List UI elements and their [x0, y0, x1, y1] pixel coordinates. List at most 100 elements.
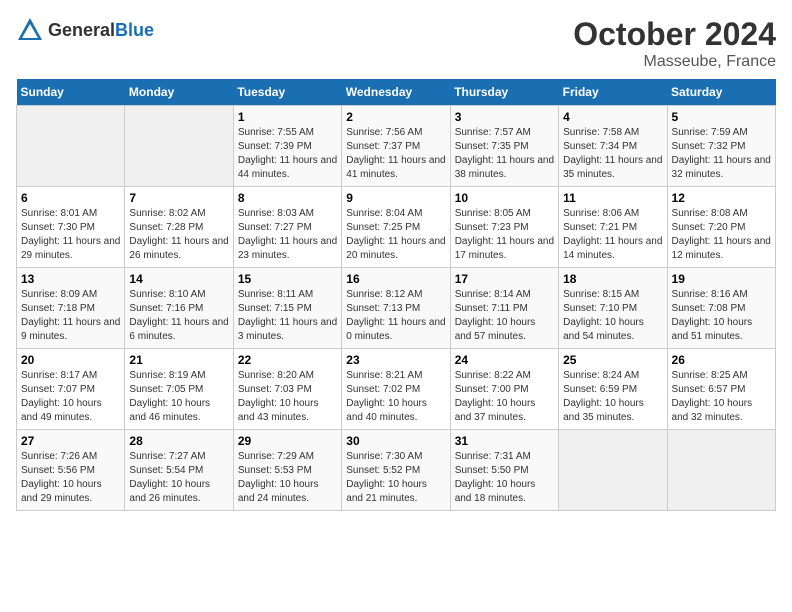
day-number: 1 [238, 110, 337, 124]
calendar-cell: 4Sunrise: 7:58 AM Sunset: 7:34 PM Daylig… [559, 106, 667, 187]
calendar-cell: 11Sunrise: 8:06 AM Sunset: 7:21 PM Dayli… [559, 187, 667, 268]
day-number: 15 [238, 272, 337, 286]
day-number: 13 [21, 272, 120, 286]
month-title: October 2024 [573, 16, 776, 53]
calendar-week-row: 20 Sunrise: 8:17 AM Sunset: 7:07 PM Dayli… [17, 349, 776, 430]
day-number: 29 [238, 434, 337, 448]
weekday-header-friday: Friday [559, 79, 667, 106]
calendar-cell: 16Sunrise: 8:12 AM Sunset: 7:13 PM Dayli… [342, 268, 450, 349]
day-info: Sunrise: 8:24 AM Sunset: 6:59 PM Dayligh… [563, 369, 662, 425]
day-info: Sunrise: 7:27 AM Sunset: 5:54 PM Dayligh… [129, 450, 228, 506]
day-info: Sunrise: 8:19 AM Sunset: 7:05 PM Dayligh… [129, 369, 228, 425]
day-info: Sunrise: 7:55 AM Sunset: 7:39 PM Dayligh… [238, 126, 337, 182]
day-number: 6 [21, 191, 120, 205]
calendar-cell: 18 Sunrise: 8:15 AM Sunset: 7:10 PM Dayli… [559, 268, 667, 349]
calendar-cell: 29 Sunrise: 7:29 AM Sunset: 5:53 PM Dayli… [233, 430, 341, 511]
weekday-header-row: SundayMondayTuesdayWednesdayThursdayFrid… [17, 79, 776, 106]
calendar-cell [667, 430, 775, 511]
logo-icon [16, 16, 44, 44]
day-number: 8 [238, 191, 337, 205]
weekday-header-thursday: Thursday [450, 79, 558, 106]
calendar-cell: 31Sunrise: 7:31 AM Sunset: 5:50 PM Dayli… [450, 430, 558, 511]
day-info: Sunrise: 8:05 AM Sunset: 7:23 PM Dayligh… [455, 207, 554, 263]
day-number: 12 [672, 191, 771, 205]
day-info: Sunrise: 8:11 AM Sunset: 7:15 PM Dayligh… [238, 288, 337, 344]
calendar-week-row: 13Sunrise: 8:09 AM Sunset: 7:18 PM Dayli… [17, 268, 776, 349]
calendar-cell: 20 Sunrise: 8:17 AM Sunset: 7:07 PM Dayli… [17, 349, 125, 430]
calendar-cell [125, 106, 233, 187]
day-info: Sunrise: 8:06 AM Sunset: 7:21 PM Dayligh… [563, 207, 662, 263]
calendar-cell: 15 Sunrise: 8:11 AM Sunset: 7:15 PM Dayli… [233, 268, 341, 349]
day-number: 31 [455, 434, 554, 448]
day-info: Sunrise: 7:26 AM Sunset: 5:56 PM Dayligh… [21, 450, 120, 506]
weekday-header-wednesday: Wednesday [342, 79, 450, 106]
day-info: Sunrise: 7:56 AM Sunset: 7:37 PM Dayligh… [346, 126, 445, 182]
day-number: 18 [563, 272, 662, 286]
calendar-cell: 22 Sunrise: 8:20 AM Sunset: 7:03 PM Dayli… [233, 349, 341, 430]
weekday-header-sunday: Sunday [17, 79, 125, 106]
calendar-cell: 10 Sunrise: 8:05 AM Sunset: 7:23 PM Dayli… [450, 187, 558, 268]
logo: GeneralBlue [16, 16, 154, 44]
calendar-cell: 5 Sunrise: 7:59 AM Sunset: 7:32 PM Daylig… [667, 106, 775, 187]
day-number: 28 [129, 434, 228, 448]
calendar-cell: 13Sunrise: 8:09 AM Sunset: 7:18 PM Dayli… [17, 268, 125, 349]
day-number: 2 [346, 110, 445, 124]
day-number: 24 [455, 353, 554, 367]
day-number: 22 [238, 353, 337, 367]
day-info: Sunrise: 8:02 AM Sunset: 7:28 PM Dayligh… [129, 207, 228, 263]
day-info: Sunrise: 8:10 AM Sunset: 7:16 PM Dayligh… [129, 288, 228, 344]
day-info: Sunrise: 8:17 AM Sunset: 7:07 PM Dayligh… [21, 369, 120, 425]
day-info: Sunrise: 8:03 AM Sunset: 7:27 PM Dayligh… [238, 207, 337, 263]
day-info: Sunrise: 7:59 AM Sunset: 7:32 PM Dayligh… [672, 126, 771, 182]
day-number: 16 [346, 272, 445, 286]
calendar-cell: 30Sunrise: 7:30 AM Sunset: 5:52 PM Dayli… [342, 430, 450, 511]
day-number: 17 [455, 272, 554, 286]
calendar-cell [559, 430, 667, 511]
day-info: Sunrise: 8:21 AM Sunset: 7:02 PM Dayligh… [346, 369, 445, 425]
calendar-cell: 14 Sunrise: 8:10 AM Sunset: 7:16 PM Dayli… [125, 268, 233, 349]
title-area: October 2024 Masseube, France [573, 16, 776, 71]
calendar-week-row: 27 Sunrise: 7:26 AM Sunset: 5:56 PM Dayli… [17, 430, 776, 511]
calendar-cell: 12 Sunrise: 8:08 AM Sunset: 7:20 PM Dayli… [667, 187, 775, 268]
day-number: 4 [563, 110, 662, 124]
day-info: Sunrise: 8:08 AM Sunset: 7:20 PM Dayligh… [672, 207, 771, 263]
day-number: 9 [346, 191, 445, 205]
calendar-cell: 9 Sunrise: 8:04 AM Sunset: 7:25 PM Daylig… [342, 187, 450, 268]
day-number: 20 [21, 353, 120, 367]
calendar-cell: 1 Sunrise: 7:55 AM Sunset: 7:39 PM Daylig… [233, 106, 341, 187]
day-number: 5 [672, 110, 771, 124]
day-info: Sunrise: 7:57 AM Sunset: 7:35 PM Dayligh… [455, 126, 554, 182]
calendar-cell: 17 Sunrise: 8:14 AM Sunset: 7:11 PM Dayli… [450, 268, 558, 349]
day-info: Sunrise: 7:29 AM Sunset: 5:53 PM Dayligh… [238, 450, 337, 506]
calendar-cell: 28 Sunrise: 7:27 AM Sunset: 5:54 PM Dayli… [125, 430, 233, 511]
day-info: Sunrise: 8:25 AM Sunset: 6:57 PM Dayligh… [672, 369, 771, 425]
day-info: Sunrise: 8:15 AM Sunset: 7:10 PM Dayligh… [563, 288, 662, 344]
day-number: 30 [346, 434, 445, 448]
calendar-table: SundayMondayTuesdayWednesdayThursdayFrid… [16, 79, 776, 511]
day-number: 10 [455, 191, 554, 205]
day-number: 14 [129, 272, 228, 286]
day-number: 27 [21, 434, 120, 448]
day-info: Sunrise: 8:01 AM Sunset: 7:30 PM Dayligh… [21, 207, 120, 263]
weekday-header-saturday: Saturday [667, 79, 775, 106]
day-number: 19 [672, 272, 771, 286]
day-info: Sunrise: 8:16 AM Sunset: 7:08 PM Dayligh… [672, 288, 771, 344]
calendar-week-row: 1 Sunrise: 7:55 AM Sunset: 7:39 PM Daylig… [17, 106, 776, 187]
calendar-cell: 26Sunrise: 8:25 AM Sunset: 6:57 PM Dayli… [667, 349, 775, 430]
calendar-cell: 21Sunrise: 8:19 AM Sunset: 7:05 PM Dayli… [125, 349, 233, 430]
day-info: Sunrise: 8:14 AM Sunset: 7:11 PM Dayligh… [455, 288, 554, 344]
calendar-cell: 6 Sunrise: 8:01 AM Sunset: 7:30 PM Daylig… [17, 187, 125, 268]
day-number: 7 [129, 191, 228, 205]
logo-general: General [48, 20, 115, 40]
day-info: Sunrise: 8:22 AM Sunset: 7:00 PM Dayligh… [455, 369, 554, 425]
calendar-cell: 2 Sunrise: 7:56 AM Sunset: 7:37 PM Daylig… [342, 106, 450, 187]
weekday-header-tuesday: Tuesday [233, 79, 341, 106]
day-number: 25 [563, 353, 662, 367]
calendar-cell: 3 Sunrise: 7:57 AM Sunset: 7:35 PM Daylig… [450, 106, 558, 187]
calendar-cell: 23Sunrise: 8:21 AM Sunset: 7:02 PM Dayli… [342, 349, 450, 430]
day-info: Sunrise: 8:04 AM Sunset: 7:25 PM Dayligh… [346, 207, 445, 263]
day-info: Sunrise: 8:20 AM Sunset: 7:03 PM Dayligh… [238, 369, 337, 425]
calendar-cell: 8 Sunrise: 8:03 AM Sunset: 7:27 PM Daylig… [233, 187, 341, 268]
calendar-cell: 27 Sunrise: 7:26 AM Sunset: 5:56 PM Dayli… [17, 430, 125, 511]
day-number: 3 [455, 110, 554, 124]
